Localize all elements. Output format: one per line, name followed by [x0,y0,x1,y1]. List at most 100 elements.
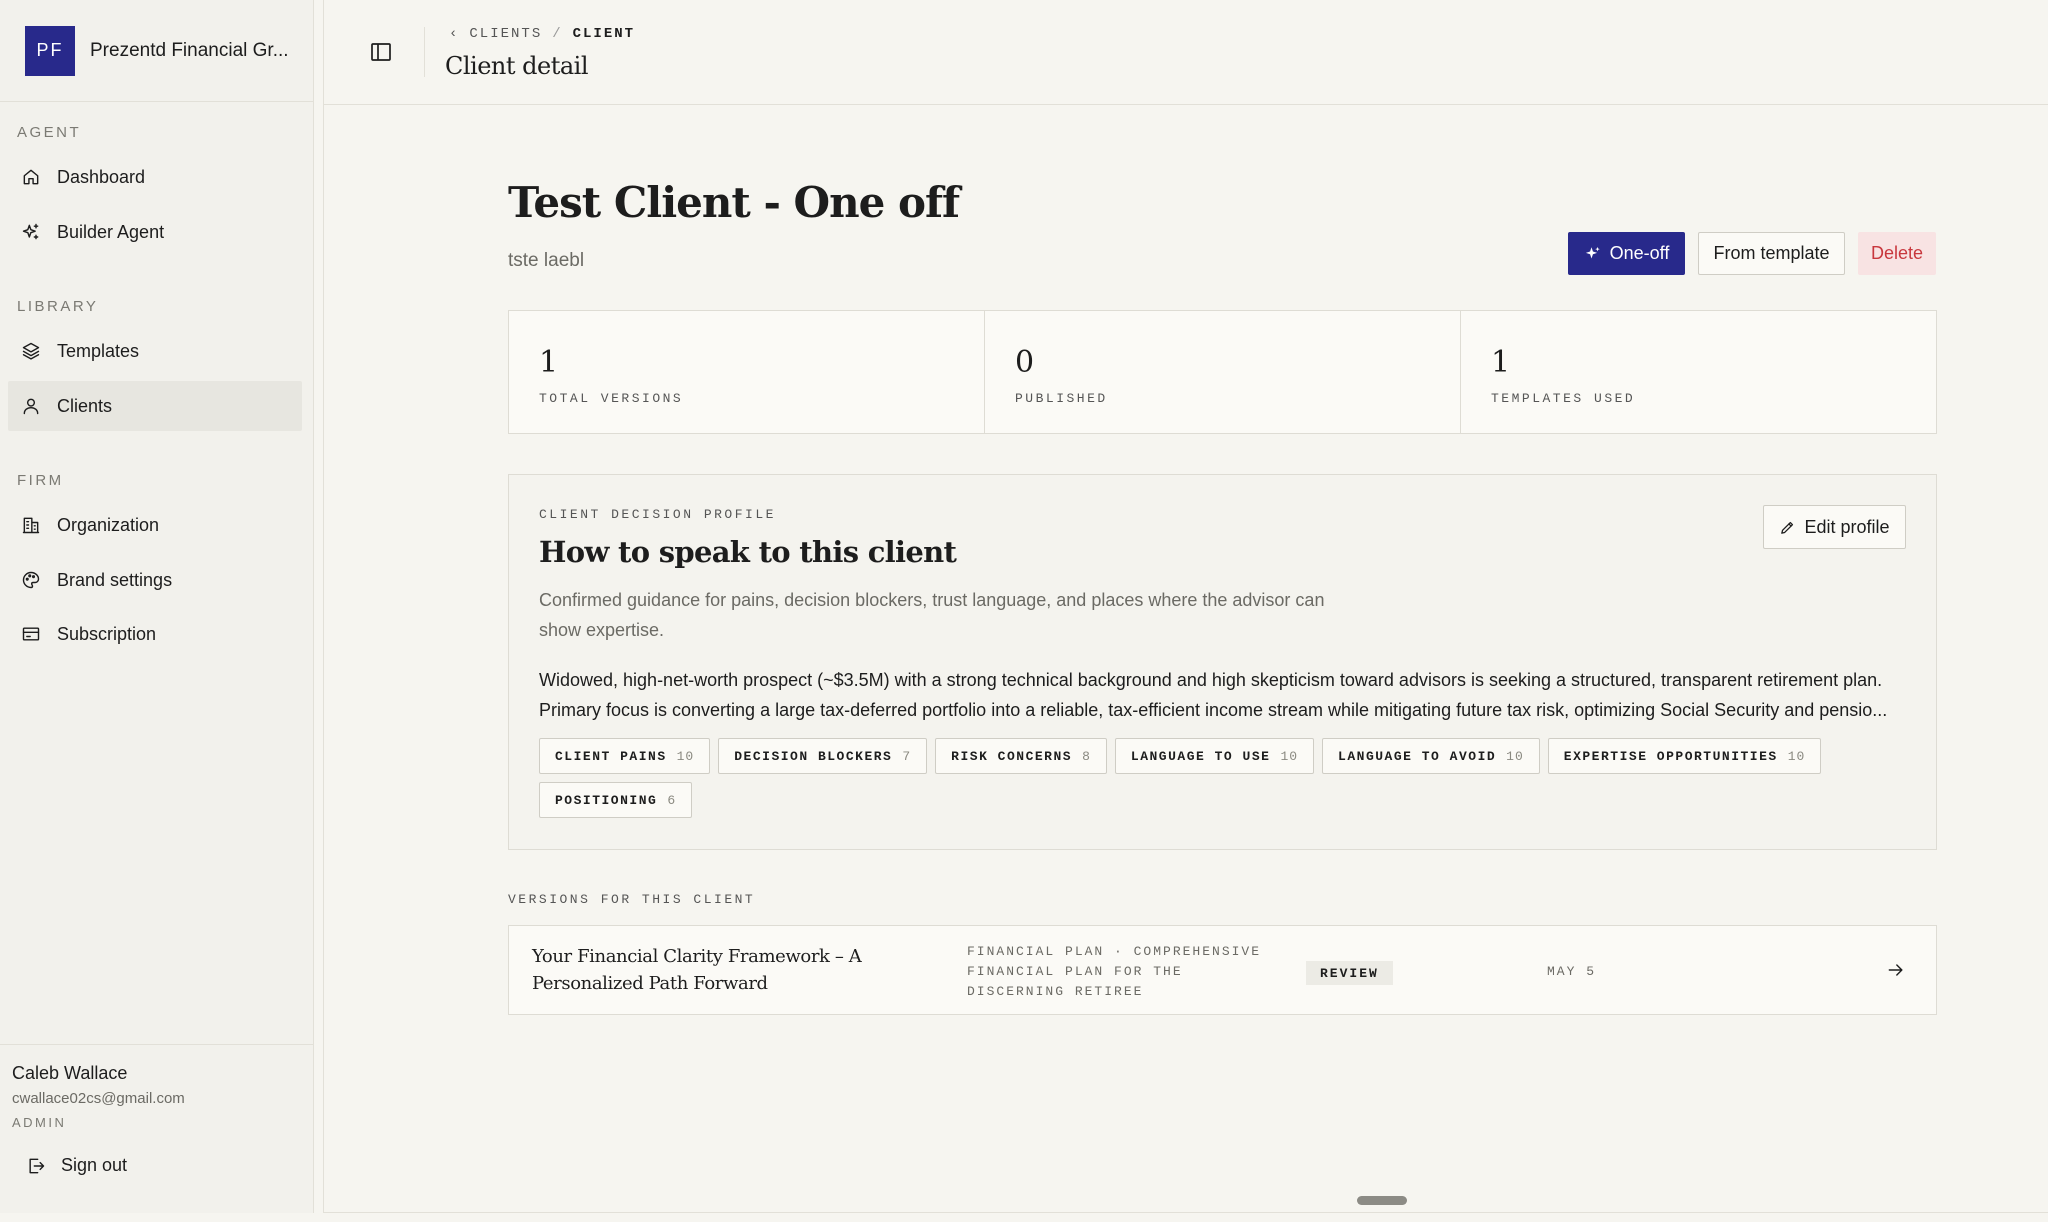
from-template-button[interactable]: From template [1698,232,1845,275]
nav-section-agent: AGENT [17,124,82,141]
sidebar-item-label: Clients [57,395,113,416]
sidebar-item-brand-settings[interactable]: Brand settings [8,555,302,605]
edit-profile-button[interactable]: Edit profile [1763,505,1906,549]
chevron-left-icon[interactable]: ‹ [449,26,459,42]
profile-tags: CLIENT PAINS 10 DECISION BLOCKERS 7 RISK C… [539,738,1919,818]
layers-icon [20,340,42,362]
user-panel: Caleb Wallace cwallace02cs@gmail.com ADM… [0,1044,313,1213]
stat-published: 0 PUBLISHED [985,311,1461,433]
tag-count: 10 [1787,748,1806,764]
tag-decision-blockers[interactable]: DECISION BLOCKERS 7 [718,738,928,774]
tag-positioning[interactable]: POSITIONING 6 [539,782,693,818]
versions-section-label: VERSIONS FOR THIS CLIENT [508,892,756,907]
stat-value: 1 [539,345,559,380]
profile-summary: Widowed, high-net-worth prospect (~$3.5M… [539,665,1909,725]
nav-section-library: LIBRARY [17,298,99,315]
arrow-right-icon[interactable] [1886,960,1906,985]
breadcrumb: ‹ CLIENTS / CLIENT [449,26,635,42]
tag-count: 10 [1280,748,1299,764]
sidebar-item-label: Organization [57,514,160,535]
stat-value: 0 [1015,345,1035,380]
nav-section-firm: FIRM [17,472,64,489]
tag-client-pains[interactable]: CLIENT PAINS 10 [539,738,711,774]
stats-panel: 1 TOTAL VERSIONS 0 PUBLISHED 1 TEMPLATES… [508,310,1937,434]
user-name: Caleb Wallace [12,1063,128,1083]
sparkle-icon [1585,246,1600,258]
scroll-handle[interactable] [1357,1196,1407,1205]
sidebar-item-builder-agent[interactable]: Builder Agent [8,207,302,257]
card-icon [20,623,42,645]
client-subtitle: tste laebl [508,250,585,271]
sign-out-icon [29,1158,45,1173]
tag-count: 6 [667,792,677,808]
one-off-label: One-off [1609,243,1670,263]
main-content: ‹ CLIENTS / CLIENT Client detail Test Cl… [323,0,2048,1213]
brand-header[interactable]: PF Prezentd Financial Gr... [0,0,313,102]
version-date: MAY 5 [1547,964,1597,979]
sidebar-item-subscription[interactable]: Subscription [8,609,302,659]
edit-profile-label: Edit profile [1804,516,1890,537]
profile-section-label: CLIENT DECISION PROFILE [539,507,776,522]
breadcrumb-separator: / [552,26,563,42]
stat-value: 1 [1491,345,1511,380]
stat-label: PUBLISHED [1015,391,1108,406]
topbar: ‹ CLIENTS / CLIENT Client detail [324,0,2048,105]
one-off-button[interactable]: One-off [1568,232,1685,275]
tag-label: LANGUAGE TO AVOID [1338,748,1497,764]
status-badge: REVIEW [1306,961,1393,985]
topbar-divider [424,27,425,77]
user-icon [20,395,42,417]
tag-label: DECISION BLOCKERS [734,748,893,764]
tag-label: POSITIONING [555,792,658,808]
breadcrumb-clients-link[interactable]: CLIENTS [469,26,542,42]
sidebar-item-label: Builder Agent [57,221,165,242]
palette-icon [20,569,42,591]
sidebar-toggle-button[interactable] [369,40,395,66]
pencil-icon [1781,521,1794,534]
tag-language-to-use[interactable]: LANGUAGE TO USE 10 [1114,738,1315,774]
sidebar-item-label: Templates [57,340,140,361]
tag-count: 10 [676,748,695,764]
sign-out-button[interactable]: Sign out [26,1155,127,1176]
sidebar-toggle-icon [371,43,391,61]
version-row[interactable]: Your Financial Clarity Framework – A Per… [508,925,1937,1015]
user-role: ADMIN [12,1115,67,1130]
stat-total-versions: 1 TOTAL VERSIONS [509,311,985,433]
tag-count: 10 [1506,748,1524,764]
brand-name: Prezentd Financial Gr... [90,39,289,61]
brand-logo: PF [25,25,75,76]
page-title: Client detail [445,52,589,80]
profile-title: How to speak to this client [539,535,957,569]
profile-description: Confirmed guidance for pains, decision b… [539,590,1325,640]
profile-summary-line: Widowed, high-net-worth prospect (~$3.5M… [539,670,1883,690]
client-decision-profile: CLIENT DECISION PROFILE How to speak to … [508,474,1937,850]
sidebar-item-organization[interactable]: Organization [8,500,302,550]
sidebar: PF Prezentd Financial Gr... AGENT Dashbo… [0,0,314,1213]
delete-button[interactable]: Delete [1858,232,1936,275]
tag-label: CLIENT PAINS [555,748,667,764]
tag-label: LANGUAGE TO USE [1130,748,1271,764]
breadcrumb-current: CLIENT [572,26,636,42]
version-title: Your Financial Clarity Framework – A Per… [532,946,862,994]
tag-count: 7 [902,748,912,764]
building-icon [20,514,42,536]
sidebar-item-label: Subscription [57,623,157,644]
stat-label: TEMPLATES USED [1491,391,1636,406]
sign-out-label: Sign out [61,1155,128,1175]
stat-label: TOTAL VERSIONS [539,391,684,406]
sidebar-item-label: Dashboard [57,166,146,187]
home-icon [20,166,42,188]
tag-count: 8 [1082,748,1091,764]
user-email: cwallace02cs@gmail.com [12,1090,185,1107]
tag-expertise-opportunities[interactable]: EXPERTISE OPPORTUNITIES 10 [1547,738,1822,774]
sidebar-item-label: Brand settings [57,569,173,590]
sidebar-item-dashboard[interactable]: Dashboard [8,152,302,202]
client-title: Test Client - One off [508,178,960,227]
profile-summary-line: Primary focus is converting a large tax-… [539,700,1888,720]
tag-risk-concerns[interactable]: RISK CONCERNS 8 [935,738,1107,774]
sidebar-item-templates[interactable]: Templates [8,326,302,376]
sidebar-item-clients[interactable]: Clients [8,381,302,431]
stat-templates-used: 1 TEMPLATES USED [1461,311,1936,433]
version-meta: FINANCIAL PLAN · COMPREHENSIVE FINANCIAL… [967,944,1262,999]
tag-language-to-avoid[interactable]: LANGUAGE TO AVOID 10 [1322,738,1540,774]
